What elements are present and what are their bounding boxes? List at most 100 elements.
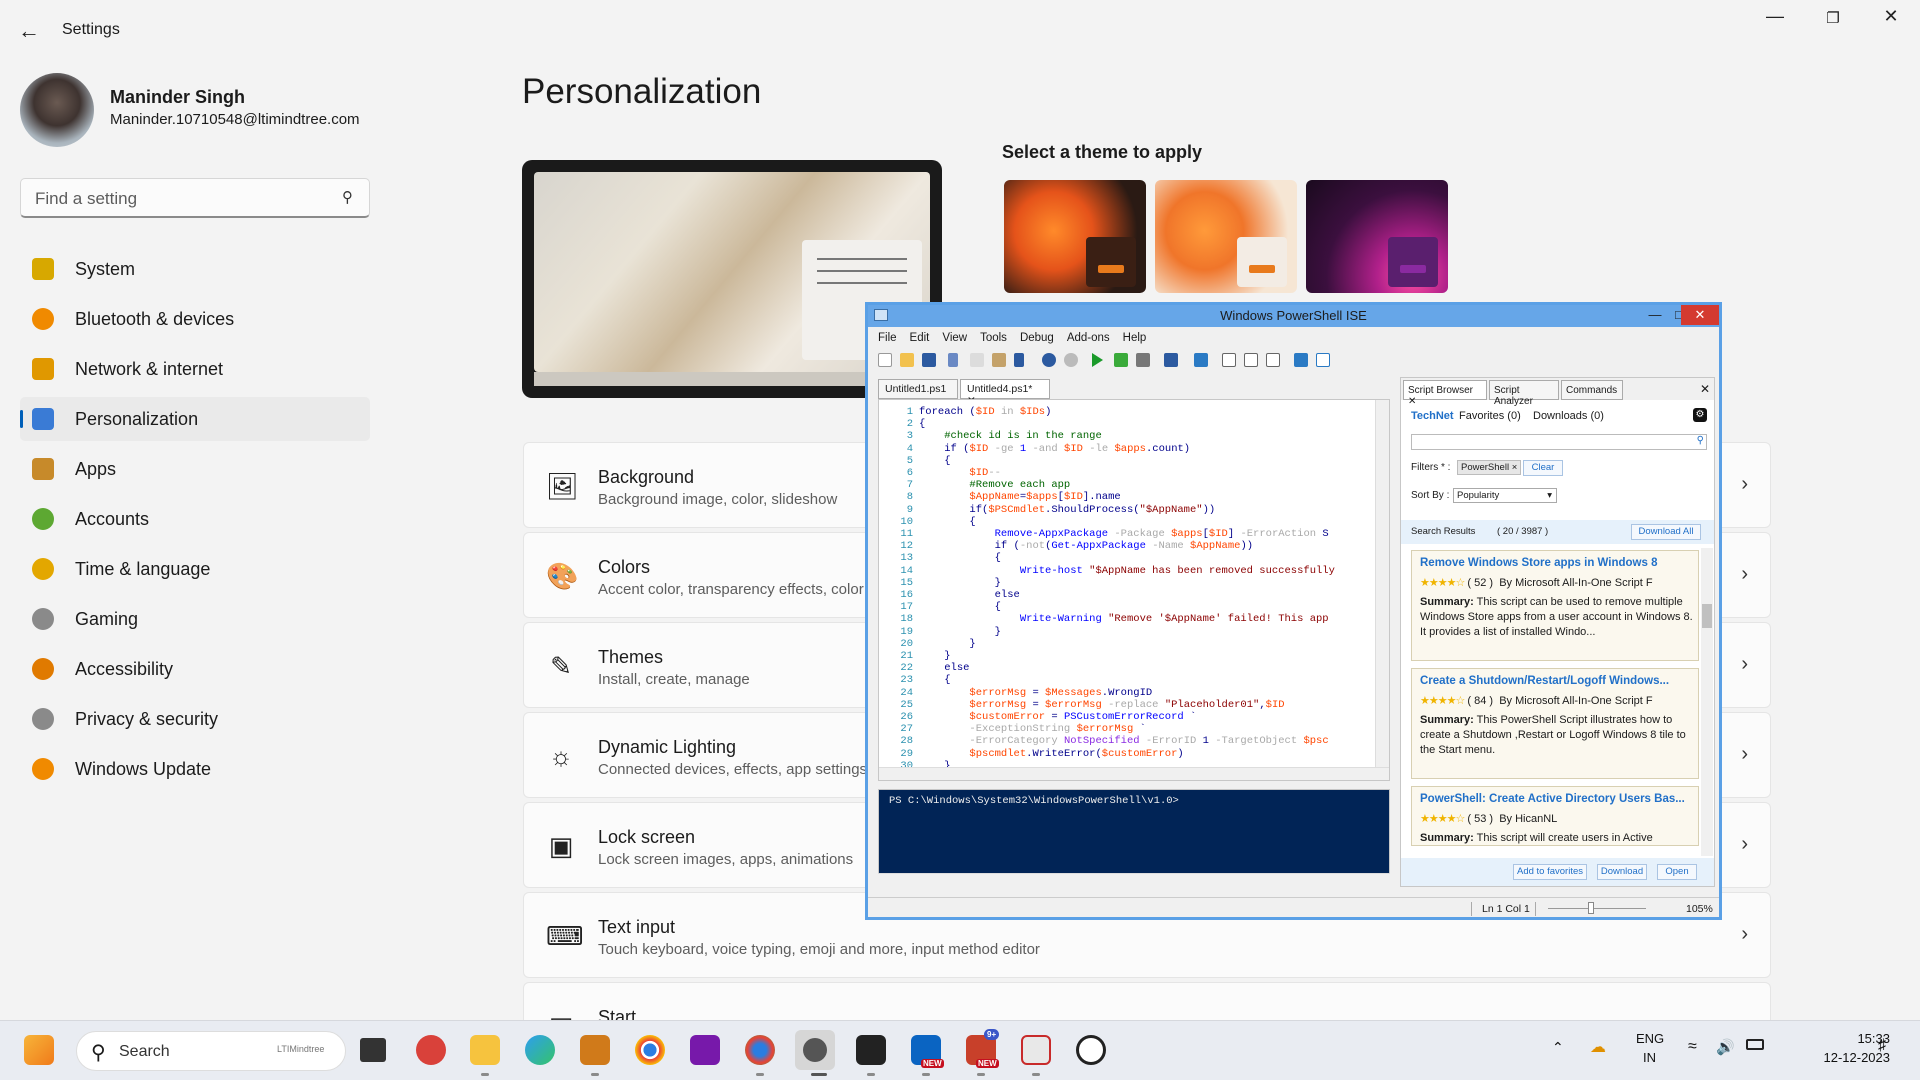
theme-thumbnail-glow[interactable] [1306, 180, 1448, 293]
undo-icon[interactable] [1042, 353, 1056, 367]
paste-icon[interactable] [992, 353, 1006, 367]
source-favorites[interactable]: Favorites (0) [1459, 410, 1521, 422]
onenote-icon[interactable] [690, 1035, 720, 1065]
sidebar-item-privacy-security[interactable]: Privacy & security [20, 697, 370, 741]
stop-icon[interactable] [1136, 353, 1150, 367]
sort-select[interactable]: Popularity ▾ [1453, 488, 1557, 503]
ise-minimize-icon[interactable]: — [1643, 305, 1667, 325]
zoom-slider-thumb[interactable] [1588, 902, 1594, 914]
task-view-icon[interactable] [360, 1038, 386, 1062]
save-icon[interactable] [922, 353, 936, 367]
ise-close-icon[interactable]: ✕ [1681, 305, 1719, 325]
console-pane[interactable]: PS C:\Windows\System32\WindowsPowerShell… [878, 789, 1390, 886]
commands-pane-icon[interactable] [1294, 353, 1308, 367]
tab-script-browser[interactable]: Script Browser ✕ [1403, 380, 1487, 407]
terminal-icon[interactable] [856, 1035, 886, 1065]
gear-icon[interactable]: ⚙ [1693, 408, 1707, 422]
back-arrow-icon[interactable]: ← [18, 18, 40, 44]
chrome-profile-icon[interactable] [745, 1035, 775, 1065]
wifi-icon[interactable]: ≈ [1688, 1038, 1697, 1056]
sidebar-item-bluetooth-devices[interactable]: Bluetooth & devices [20, 297, 370, 341]
restore-icon[interactable]: ❐ [1810, 9, 1856, 27]
open-icon[interactable] [900, 353, 914, 367]
zoom-slider[interactable] [1548, 908, 1646, 909]
menu-add-ons[interactable]: Add-ons [1067, 332, 1110, 344]
remote-icon[interactable] [1164, 353, 1178, 367]
store-icon[interactable] [580, 1035, 610, 1065]
sidebar-item-gaming[interactable]: Gaming [20, 597, 370, 641]
download-all-button[interactable]: Download All [1631, 524, 1701, 540]
script-editor[interactable]: 1 2 3 4 5 6 7 8 9 10 11 12 13 14 15 16 17 18 19 20 21 22 23 24 2… [878, 399, 1390, 781]
avatar[interactable] [20, 73, 94, 147]
clock-date[interactable]: 12-12-2023 [1786, 1050, 1891, 1065]
start-icon[interactable] [24, 1035, 54, 1065]
results-scrollbar[interactable] [1701, 548, 1713, 856]
file-explorer-icon[interactable] [470, 1035, 500, 1065]
result-item[interactable]: Create a Shutdown/Restart/Logoff Windows… [1411, 668, 1699, 779]
editor-horizontal-scrollbar[interactable] [879, 767, 1389, 780]
sidebar-item-accounts[interactable]: Accounts [20, 497, 370, 541]
tab-commands[interactable]: Commands [1561, 380, 1623, 400]
notification-bell-icon[interactable]: ♯ [1878, 1037, 1886, 1055]
result-title[interactable]: Remove Windows Store apps in Windows 8 [1420, 557, 1695, 569]
result-title[interactable]: PowerShell: Create Active Directory User… [1420, 793, 1695, 805]
clear-icon[interactable] [1014, 353, 1024, 367]
cut-icon[interactable] [948, 353, 958, 367]
video-app-icon[interactable] [416, 1035, 446, 1065]
theme-thumbnail-light-bloom[interactable] [1155, 180, 1297, 293]
run-icon[interactable] [1092, 353, 1103, 367]
tab-untitled4[interactable]: Untitled4.ps1* ✕ [960, 379, 1050, 407]
pane-close-icon[interactable]: ✕ [1700, 382, 1710, 396]
filter-chip[interactable]: PowerShell × [1457, 460, 1522, 475]
sidebar-item-accessibility[interactable]: Accessibility [20, 647, 370, 691]
close-icon[interactable]: ✕ [1868, 6, 1914, 27]
tab-close-icon[interactable]: ✕ [1408, 396, 1416, 407]
chevron-up-icon[interactable]: ⌃ [1552, 1039, 1564, 1056]
layout-right-icon[interactable] [1244, 353, 1258, 367]
search-icon[interactable]: ⚲ [1697, 435, 1704, 446]
addon-pane-icon[interactable] [1316, 353, 1330, 367]
chrome-icon[interactable] [635, 1035, 665, 1065]
minimize-icon[interactable]: — [1752, 6, 1798, 27]
volume-icon[interactable]: 🔊 [1716, 1038, 1735, 1056]
sidebar-item-apps[interactable]: Apps [20, 447, 370, 491]
add-to-favorites-button[interactable]: Add to favorites [1513, 864, 1587, 880]
result-title[interactable]: Create a Shutdown/Restart/Logoff Windows… [1420, 675, 1695, 687]
result-item[interactable]: PowerShell: Create Active Directory User… [1411, 786, 1699, 846]
new-icon[interactable] [878, 353, 892, 367]
region-label[interactable]: IN [1643, 1050, 1656, 1065]
layout-max-icon[interactable] [1266, 353, 1280, 367]
source-technet[interactable]: TechNet [1411, 410, 1454, 422]
taskbar-search[interactable]: ⚲ Search LTIMindtree [76, 1031, 346, 1071]
layout-top-icon[interactable] [1222, 353, 1236, 367]
sync-app-icon[interactable] [1076, 1035, 1106, 1065]
script-search-input[interactable]: ⚲ [1411, 434, 1707, 450]
sidebar-item-system[interactable]: System [20, 247, 370, 291]
filter-remove-icon[interactable]: × [1512, 462, 1518, 473]
sidebar-item-personalization[interactable]: Personalization [20, 397, 370, 441]
console-horizontal-scrollbar[interactable] [878, 873, 1390, 886]
sidebar-item-time-language[interactable]: Time & language [20, 547, 370, 591]
console-icon[interactable] [1194, 353, 1208, 367]
menu-help[interactable]: Help [1123, 332, 1147, 344]
menu-edit[interactable]: Edit [910, 332, 930, 344]
tab-script-analyzer[interactable]: Script Analyzer [1489, 380, 1559, 407]
onedrive-icon[interactable]: ☁ [1590, 1037, 1606, 1057]
menu-debug[interactable]: Debug [1020, 332, 1054, 344]
result-item[interactable]: Remove Windows Store apps in Windows 8 ★★… [1411, 550, 1699, 661]
menu-tools[interactable]: Tools [980, 332, 1007, 344]
editor-vertical-scrollbar[interactable] [1375, 400, 1389, 780]
menu-view[interactable]: View [942, 332, 967, 344]
clear-filters-button[interactable]: Clear [1523, 460, 1563, 476]
redo-icon[interactable] [1064, 353, 1078, 367]
tab-untitled1[interactable]: Untitled1.ps1 [878, 379, 958, 399]
copy-icon[interactable] [970, 353, 984, 367]
sidebar-item-network-internet[interactable]: Network & internet [20, 347, 370, 391]
theme-thumbnail-dark-bloom[interactable] [1004, 180, 1146, 293]
menu-file[interactable]: File [878, 332, 897, 344]
download-button[interactable]: Download [1597, 864, 1647, 880]
snipping-tool-icon[interactable] [1021, 1035, 1051, 1065]
search-input[interactable]: Find a setting ⚲ [20, 178, 370, 218]
sidebar-item-windows-update[interactable]: Windows Update [20, 747, 370, 791]
battery-icon[interactable] [1746, 1039, 1764, 1050]
